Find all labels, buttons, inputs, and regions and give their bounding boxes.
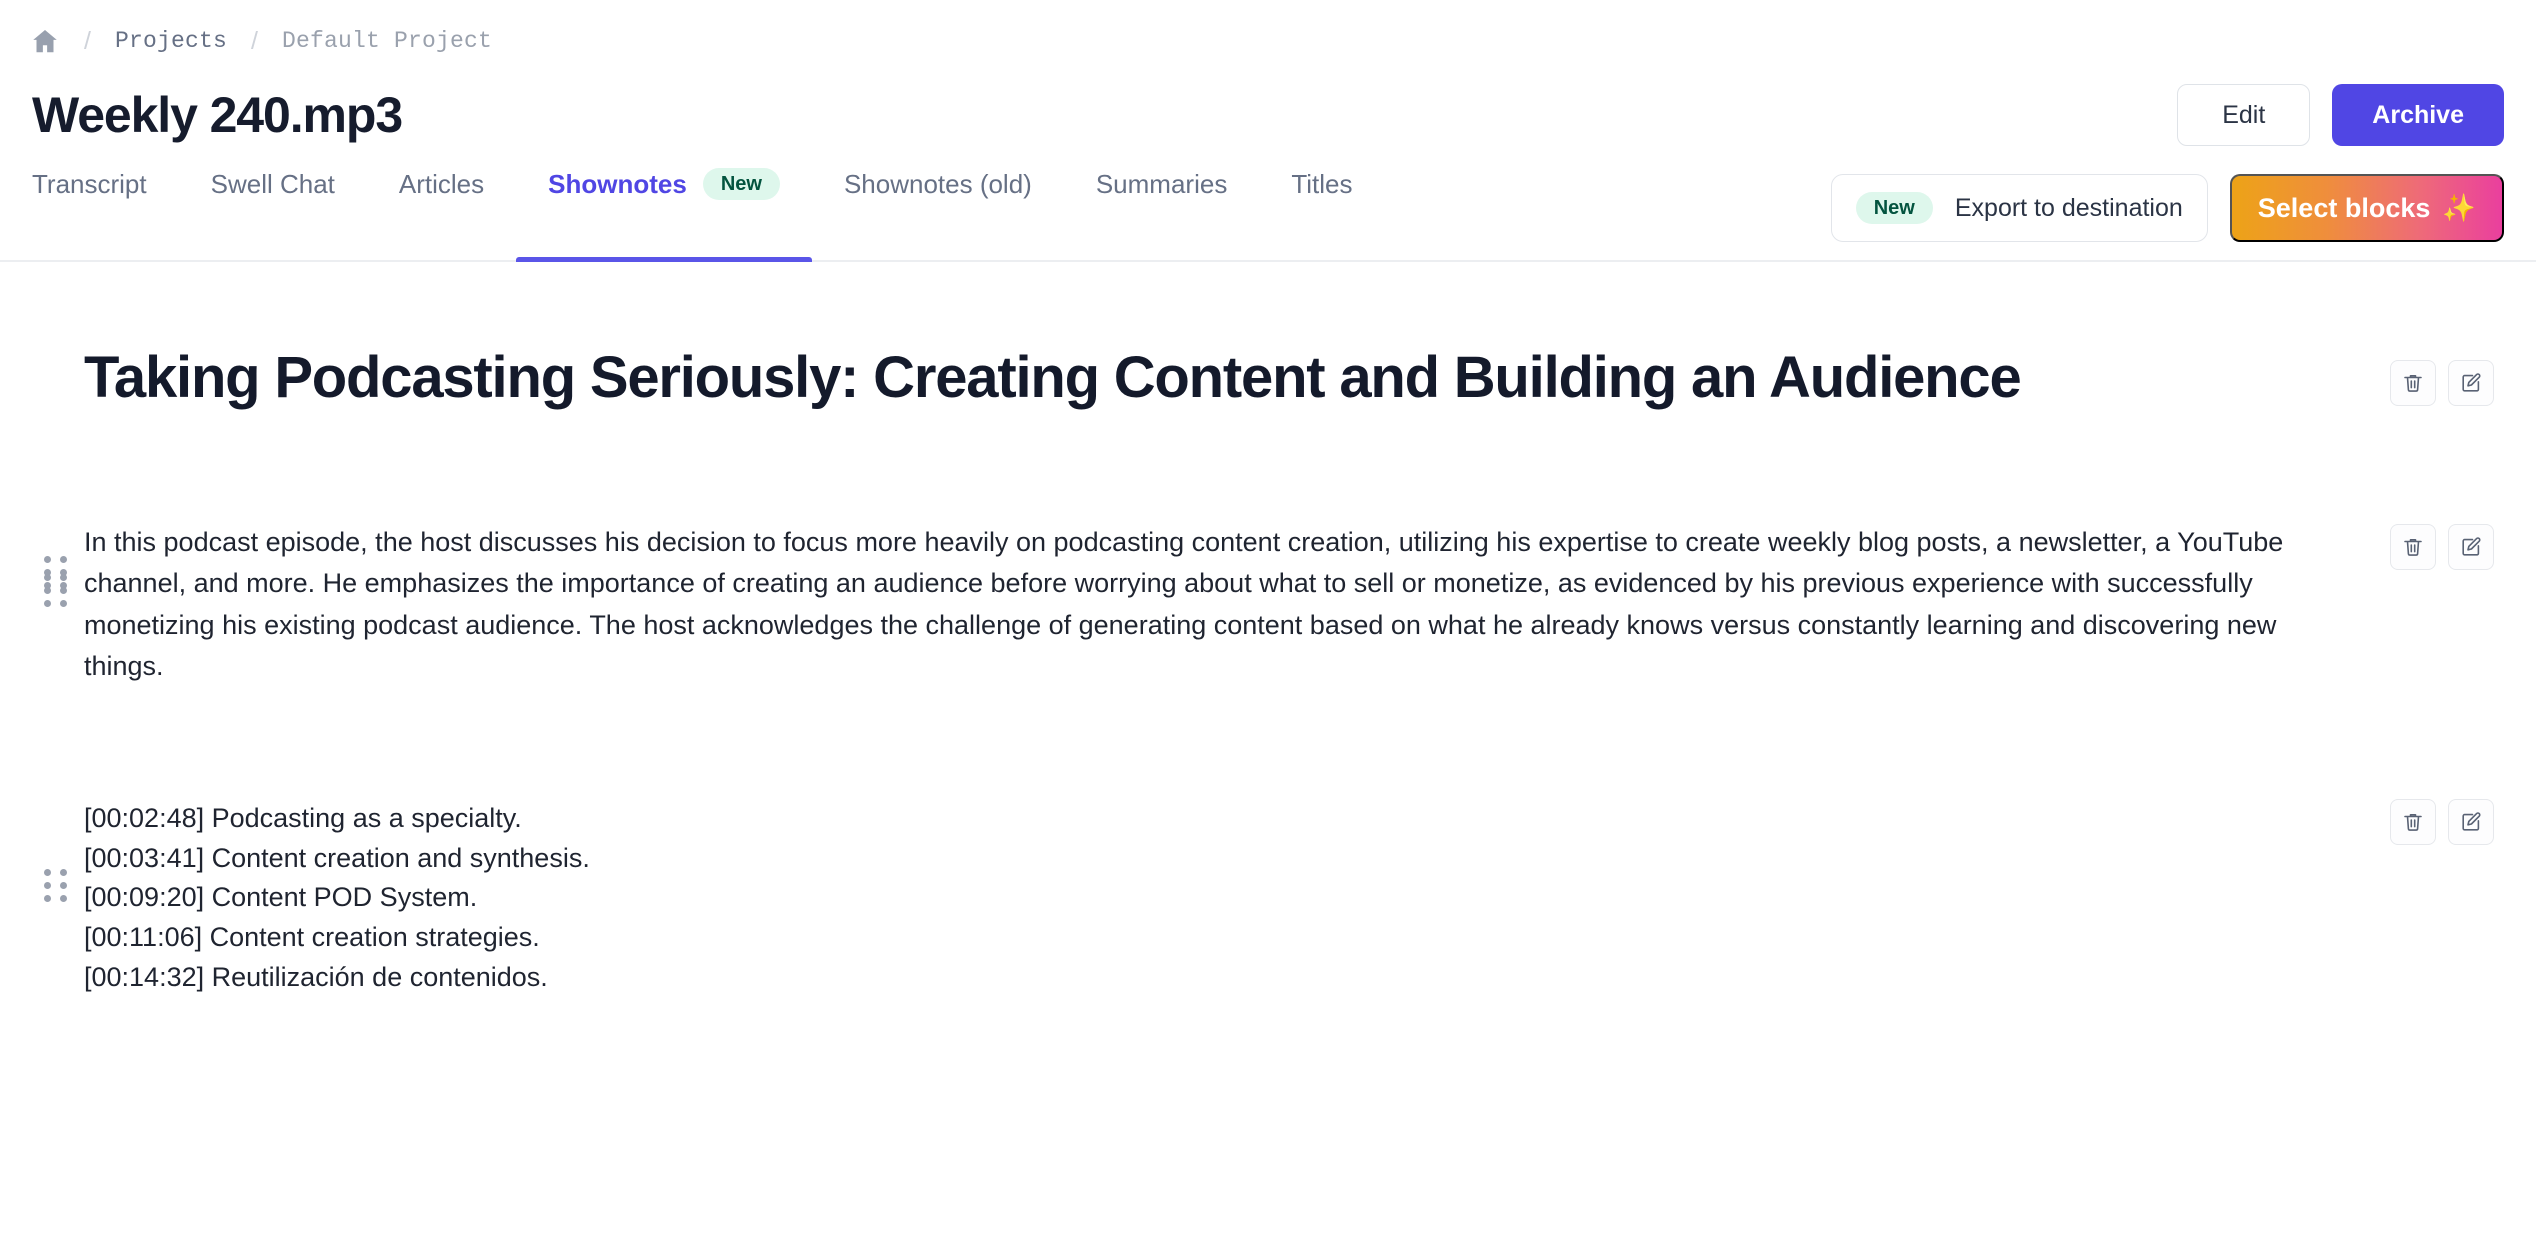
select-blocks-button[interactable]: Select blocks ✨ — [2229, 174, 2504, 242]
tab-label: Summaries — [1095, 168, 1228, 199]
content-block: Taking Podcasting Seriously: Creating Co… — [0, 344, 2536, 589]
title-row: Weekly 240.mp3 Edit Archive — [0, 60, 2536, 152]
tab-summaries[interactable]: Summaries — [1064, 152, 1259, 260]
export-to-destination-button[interactable]: New Export to destination — [1830, 174, 2208, 242]
content-block: In this podcast episode, the host discus… — [0, 522, 2536, 686]
drag-handle[interactable] — [44, 574, 68, 608]
title-actions: Edit Archive — [2177, 84, 2504, 146]
list-item: [00:03:41] Content creation and synthesi… — [84, 842, 590, 873]
edit-block-button[interactable] — [2448, 798, 2494, 845]
breadcrumb-separator-2: / — [250, 26, 258, 55]
trash-icon — [2401, 535, 2425, 559]
edit-square-icon — [2459, 535, 2483, 559]
tab-shownotes-old[interactable]: Shownotes (old) — [812, 152, 1064, 260]
block-paragraph-text: In this podcast episode, the host discus… — [84, 527, 2284, 681]
breadcrumb-item-default-project[interactable]: Default Project — [282, 28, 492, 54]
trash-icon — [2401, 371, 2425, 395]
list-item: [00:09:20] Content POD System. — [84, 882, 478, 913]
tab-transcript[interactable]: Transcript — [32, 152, 179, 260]
tab-list: Transcript Swell Chat Articles Shownotes… — [32, 152, 1384, 262]
delete-block-button[interactable] — [2390, 524, 2436, 571]
tab-new-badge: New — [702, 168, 780, 200]
edit-button[interactable]: Edit — [2177, 84, 2311, 146]
block-actions — [2390, 524, 2494, 571]
tab-label: Shownotes (old) — [843, 168, 1032, 199]
block-timestamp-list: [00:02:48] Podcasting as a specialty. [0… — [84, 799, 2536, 999]
content-block: [00:02:48] Podcasting as a specialty. [0… — [0, 798, 2536, 999]
list-item: [00:14:32] Reutilización de contenidos. — [84, 962, 548, 993]
tab-swell-chat[interactable]: Swell Chat — [179, 152, 367, 260]
block-body: In this podcast episode, the host discus… — [84, 522, 2536, 686]
block-heading-text: Taking Podcasting Seriously: Creating Co… — [84, 345, 2022, 410]
tab-label: Transcript — [32, 168, 147, 199]
tab-label: Swell Chat — [210, 168, 335, 199]
sparkles-icon: ✨ — [2442, 192, 2476, 223]
block-actions — [2390, 798, 2494, 845]
export-label: Export to destination — [1954, 193, 2183, 222]
select-blocks-label: Select blocks — [2257, 192, 2431, 223]
tab-label: Articles — [398, 168, 485, 199]
block-body: Taking Podcasting Seriously: Creating Co… — [84, 344, 2536, 412]
delete-block-button[interactable] — [2390, 360, 2436, 406]
breadcrumb: / Projects / Default Project — [0, 0, 2536, 60]
list-item: [00:11:06] Content creation strategies. — [84, 922, 540, 953]
trash-icon — [2401, 810, 2425, 834]
delete-block-button[interactable] — [2390, 798, 2436, 845]
tab-label: Shownotes — [548, 168, 687, 199]
list-item: [00:02:48] Podcasting as a specialty. — [84, 802, 522, 833]
breadcrumb-separator-1: / — [84, 26, 91, 55]
tab-titles[interactable]: Titles — [1259, 152, 1384, 260]
archive-button[interactable]: Archive — [2332, 84, 2504, 146]
tab-label: Titles — [1291, 168, 1353, 199]
app-root: / Projects / Default Project Weekly 240.… — [0, 0, 2536, 1258]
block-body: [00:02:48] Podcasting as a specialty. [0… — [84, 799, 2536, 999]
tab-articles[interactable]: Articles — [367, 152, 516, 260]
tab-bar: Transcript Swell Chat Articles Shownotes… — [0, 152, 2536, 262]
edit-block-button[interactable] — [2448, 360, 2494, 406]
tab-bar-actions: New Export to destination Select blocks … — [1830, 174, 2504, 260]
tab-shownotes[interactable]: Shownotes New — [516, 152, 812, 262]
page-title: Weekly 240.mp3 — [32, 87, 403, 143]
edit-square-icon — [2459, 371, 2483, 395]
edit-square-icon — [2459, 810, 2483, 834]
drag-handle[interactable] — [44, 868, 68, 902]
shownotes-content: Taking Podcasting Seriously: Creating Co… — [0, 344, 2536, 998]
home-icon[interactable] — [30, 26, 60, 56]
block-actions — [2390, 360, 2494, 406]
export-new-badge: New — [1855, 192, 1933, 224]
breadcrumb-item-projects[interactable]: Projects — [115, 28, 227, 54]
edit-block-button[interactable] — [2448, 524, 2494, 571]
